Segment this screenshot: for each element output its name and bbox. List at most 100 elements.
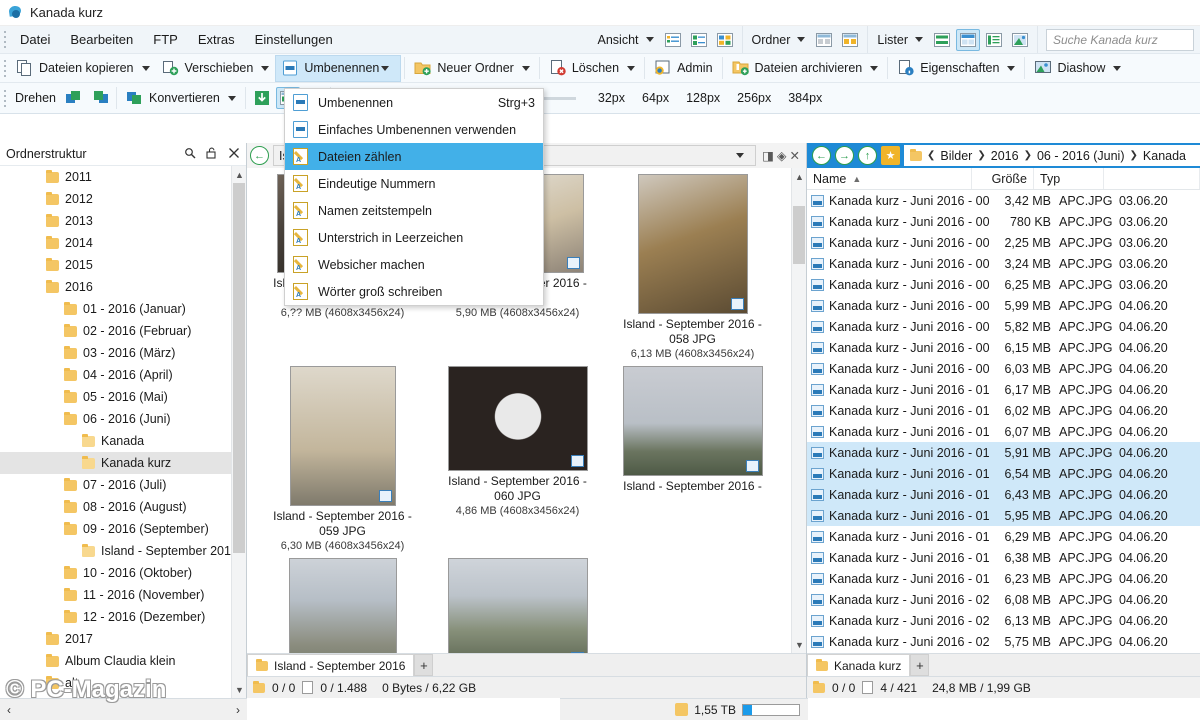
rename-button[interactable]: Umbenennen	[275, 54, 402, 82]
menu-item[interactable]: Dateien zählen	[285, 143, 543, 170]
menu-einstellungen[interactable]: Einstellungen	[245, 28, 343, 51]
rotate-label[interactable]: Drehen	[10, 91, 61, 105]
folder-dual-icon[interactable]	[838, 29, 862, 51]
convert-chevron-down-icon[interactable]	[227, 95, 236, 101]
thumb-scroll-up-icon[interactable]: ▲	[792, 168, 806, 185]
tree-close-icon[interactable]	[228, 147, 240, 162]
thumbnail-item[interactable]: Island - September 2016 -060 JPG 4,86 MB …	[430, 366, 605, 552]
tree-node[interactable]: 2011	[0, 166, 246, 188]
lister-label[interactable]: Lister	[872, 33, 913, 47]
thumbnail-item[interactable]: Island - September 2016 -058 JPG 6,13 MB …	[605, 174, 780, 360]
table-row[interactable]: Kanada kurz - Juni 2016 - 009 ... 6,03 MB…	[807, 358, 1200, 379]
menu-item[interactable]: Wörter groß schreiben	[285, 278, 543, 305]
toolbar1-grip[interactable]	[0, 54, 10, 82]
table-row[interactable]: Kanada kurz - Juni 2016 - 013 ... 5,91 MB…	[807, 442, 1200, 463]
left-scroll-right-icon[interactable]: ›	[236, 703, 240, 717]
left-scroll-left-icon[interactable]: ‹	[7, 703, 11, 717]
admin-button[interactable]: Admin	[648, 55, 718, 82]
breadcrumb[interactable]: ❮ Bilder ❯ 2016 ❯ 06 - 2016 (Juni) ❯ Kan…	[904, 145, 1200, 166]
tree-node[interactable]: 2016	[0, 276, 246, 298]
column-header-size[interactable]: Größe	[972, 168, 1034, 189]
slideshow-chevron-down-icon[interactable]	[1113, 65, 1122, 71]
menu-bearbeiten[interactable]: Bearbeiten	[60, 28, 143, 51]
tree-node[interactable]: 2017	[0, 628, 246, 650]
tree-node[interactable]: 10 - 2016 (Oktober)	[0, 562, 246, 584]
lister-top-icon[interactable]	[956, 28, 980, 51]
size-384px[interactable]: 384px	[788, 91, 822, 105]
menu-item[interactable]: Websicher machen	[285, 251, 543, 278]
menu-item[interactable]: Umbenennen Strg+3	[285, 89, 543, 116]
table-row[interactable]: Kanada kurz - Juni 2016 - 022 ... 5,75 MB…	[807, 631, 1200, 652]
folder-tree-body[interactable]: 2011 2012 2013 2014 2015 2016 01 - 2016 (Janua…	[0, 165, 246, 698]
size-128px[interactable]: 128px	[686, 91, 720, 105]
properties-button[interactable]: Eigenschaften	[891, 55, 1005, 82]
column-header-type[interactable]: Typ	[1034, 168, 1104, 189]
size-32px[interactable]: 32px	[598, 91, 625, 105]
tree-node[interactable]: 12 - 2016 (Dezember)	[0, 606, 246, 628]
breadcrumb-item-0[interactable]: Bilder	[940, 149, 972, 163]
file-list-body[interactable]: Kanada kurz - Juni 2016 - 001 ... 3,42 MB…	[807, 190, 1200, 653]
table-row[interactable]: Kanada kurz - Juni 2016 - 017 ... 6,29 MB…	[807, 526, 1200, 547]
thumbnail-scrollbar[interactable]: ▲ ▼	[791, 168, 806, 653]
new-folder-chevron-down-icon[interactable]	[521, 65, 530, 71]
tree-node[interactable]: Kanada	[0, 430, 246, 452]
rotate-right-icon[interactable]	[88, 87, 112, 109]
menu-datei[interactable]: Datei	[10, 28, 60, 51]
thumbnail-image[interactable]	[622, 366, 763, 476]
move-button[interactable]: Verschieben	[156, 55, 260, 82]
thumb-scroll-thumb[interactable]	[793, 206, 805, 264]
view-label[interactable]: Ansicht	[593, 33, 644, 47]
table-row[interactable]: Kanada kurz - Juni 2016 - 021 ... 6,13 MB…	[807, 610, 1200, 631]
tree-node[interactable]: 2015	[0, 254, 246, 276]
tree-search-icon[interactable]	[184, 147, 196, 162]
tree-node[interactable]: Island - September 2016	[0, 540, 246, 562]
tree-node[interactable]: 2014	[0, 232, 246, 254]
tree-node[interactable]: 02 - 2016 (Februar)	[0, 320, 246, 342]
rename-dropdown-menu[interactable]: Umbenennen Strg+3 Einfaches Umbenennen ver…	[284, 88, 544, 306]
center-close-icon[interactable]: ✕	[790, 148, 800, 163]
copy-chevron-down-icon[interactable]	[141, 65, 150, 71]
nav-back-icon[interactable]: ←	[812, 146, 831, 165]
center-back-icon[interactable]: ←	[250, 146, 269, 165]
thumbnail-image[interactable]	[637, 174, 748, 314]
breadcrumb-item-2[interactable]: 06 - 2016 (Juni)	[1037, 149, 1125, 163]
thumbnail-item[interactable]: Island - September 2016 -	[605, 366, 780, 552]
thumbnail-item[interactable]: Island - September 2016 -059 JPG 6,30 MB …	[255, 366, 430, 552]
table-row[interactable]: Kanada kurz - Juni 2016 - 014 ... 6,54 MB…	[807, 463, 1200, 484]
breadcrumb-item-3[interactable]: Kanada	[1143, 149, 1186, 163]
table-row[interactable]: Kanada kurz - Juni 2016 - 007 ... 5,82 MB…	[807, 316, 1200, 337]
tree-scroll-up-icon[interactable]: ▲	[232, 166, 246, 183]
menu-extras[interactable]: Extras	[188, 28, 245, 51]
lister-preview-icon[interactable]	[1008, 29, 1032, 51]
tree-node[interactable]: 11 - 2016 (November)	[0, 584, 246, 606]
tree-node[interactable]: Kanada kurz	[0, 452, 246, 474]
tree-node[interactable]: 06 - 2016 (Juni)	[0, 408, 246, 430]
thumbnail-item[interactable]: Island - September 2016 -	[255, 558, 430, 653]
tree-node[interactable]: 09 - 2016 (September)	[0, 518, 246, 540]
tree-node[interactable]: alt	[0, 672, 246, 694]
menu-ftp[interactable]: FTP	[143, 28, 188, 51]
center-swap-icon[interactable]: ◈	[777, 148, 787, 163]
table-row[interactable]: Kanada kurz - Juni 2016 - 005 ... 6,25 MB…	[807, 274, 1200, 295]
delete-chevron-down-icon[interactable]	[627, 65, 636, 71]
move-chevron-down-icon[interactable]	[261, 65, 270, 71]
thumbnail-image[interactable]	[447, 366, 588, 471]
folder-chevron-down-icon[interactable]	[797, 37, 806, 42]
thumbnail-item[interactable]: Island - September 2016 -	[430, 558, 605, 653]
thumb-scroll-down-icon[interactable]: ▼	[792, 636, 806, 653]
tree-node[interactable]: 01 - 2016 (Januar)	[0, 298, 246, 320]
size-64px[interactable]: 64px	[642, 91, 669, 105]
tree-scrollbar[interactable]: ▲ ▼	[231, 166, 246, 698]
menu-item[interactable]: Unterstrich in Leerzeichen	[285, 224, 543, 251]
menubar-grip[interactable]	[0, 26, 10, 53]
table-row[interactable]: Kanada kurz - Juni 2016 - 002 ... 780 KB A…	[807, 211, 1200, 232]
nav-forward-icon[interactable]: →	[835, 146, 854, 165]
table-row[interactable]: Kanada kurz - Juni 2016 - 003 ... 2,25 MB…	[807, 232, 1200, 253]
tree-node[interactable]: Album Claudia klein	[0, 650, 246, 672]
copy-files-button[interactable]: Dateien kopieren	[10, 55, 140, 82]
tree-node[interactable]: 2012	[0, 188, 246, 210]
delete-button[interactable]: Löschen	[543, 55, 625, 82]
tree-node[interactable]: 07 - 2016 (Juli)	[0, 474, 246, 496]
table-row[interactable]: Kanada kurz - Juni 2016 - 006 ... 5,99 MB…	[807, 295, 1200, 316]
table-row[interactable]: Kanada kurz - Juni 2016 - 012 ... 6,07 MB…	[807, 421, 1200, 442]
